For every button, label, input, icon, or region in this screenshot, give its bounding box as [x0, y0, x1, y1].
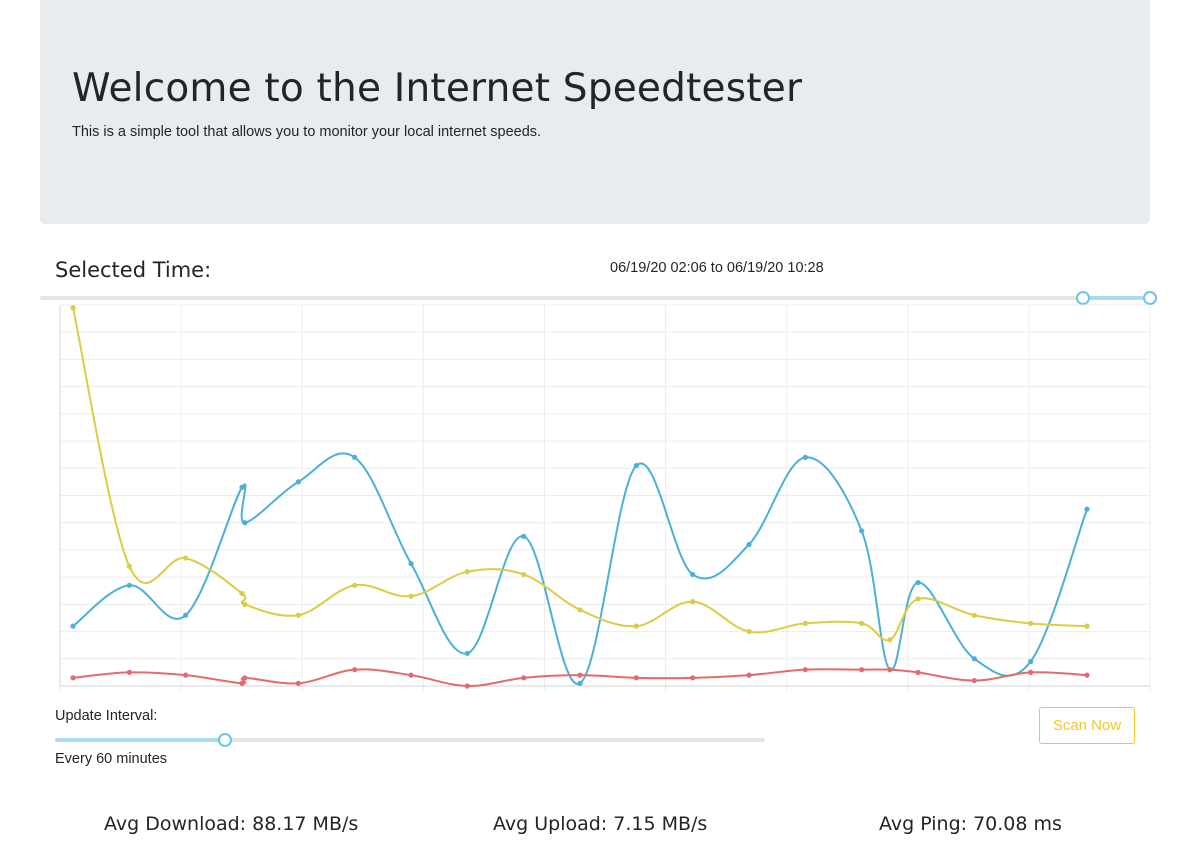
series-yellow-point	[690, 599, 696, 605]
series-blue-point	[183, 612, 189, 618]
scan-now-button[interactable]: Scan Now	[1039, 707, 1135, 744]
series-yellow-point	[971, 612, 977, 618]
series-blue-point	[577, 680, 583, 686]
series-yellow-point	[1084, 623, 1090, 629]
series-red-point	[633, 675, 639, 681]
series-blue-point	[126, 582, 132, 588]
series-yellow-point	[464, 569, 470, 575]
selected-time-range: 06/19/20 02:06 to 06/19/20 10:28	[610, 260, 824, 276]
series-blue-point	[239, 484, 245, 490]
series-blue-point	[746, 541, 752, 548]
series-blue-point	[690, 571, 696, 578]
series-yellow-point	[408, 593, 414, 599]
series-blue-point	[352, 454, 358, 460]
series-red-point	[295, 680, 301, 686]
series-red-point	[1084, 672, 1090, 678]
series-yellow-point	[183, 555, 189, 561]
series-red-point	[521, 675, 527, 681]
series-red-point	[1028, 669, 1034, 675]
series-yellow-point	[295, 612, 301, 618]
series-blue-point	[70, 623, 76, 629]
series-yellow-point	[126, 563, 132, 569]
series-red-point	[352, 667, 358, 673]
series-blue-point	[1084, 506, 1090, 512]
series-yellow-point	[802, 620, 808, 627]
series-blue-point	[521, 533, 527, 539]
jumbotron-header: Welcome to the Internet Speedtester This…	[40, 0, 1150, 224]
series-red-point	[242, 675, 248, 681]
series-yellow-point	[70, 305, 76, 311]
series-yellow-point	[521, 571, 527, 578]
series-yellow-point	[887, 637, 893, 643]
series-yellow-point	[633, 623, 639, 629]
series-blue-point	[408, 560, 414, 567]
update-interval-label: Update Interval:	[55, 708, 158, 724]
series-red-point	[577, 672, 583, 678]
series-red-point	[126, 669, 132, 675]
series-yellow-point	[915, 596, 921, 602]
series-blue-point	[242, 520, 248, 526]
series-red-point	[746, 672, 752, 678]
series-red-point	[408, 672, 414, 678]
avg-download-stat: Avg Download: 88.17 MB/s	[104, 813, 359, 835]
series-yellow-point	[352, 582, 358, 588]
series-blue-point	[915, 579, 921, 586]
selected-time-label: Selected Time:	[55, 258, 212, 282]
page-subtitle: This is a simple tool that allows you to…	[72, 124, 542, 140]
page-title: Welcome to the Internet Speedtester	[72, 66, 803, 111]
series-blue-point	[971, 656, 977, 662]
avg-ping-stat: Avg Ping: 70.08 ms	[879, 813, 1062, 835]
series-blue-point	[464, 650, 470, 656]
series-red-point	[464, 683, 470, 689]
series-yellow-line	[72, 307, 1088, 642]
series-red-point	[859, 667, 865, 673]
series-red-point	[70, 675, 76, 681]
series-red-point	[887, 667, 893, 673]
series-yellow-point	[239, 590, 245, 597]
series-blue-point	[802, 454, 808, 460]
series-yellow-point	[242, 601, 248, 607]
series-blue-point	[633, 462, 639, 469]
series-yellow-point	[746, 628, 752, 635]
series-red-point	[183, 672, 189, 678]
speed-chart	[59, 304, 1151, 691]
series-blue-point	[859, 528, 865, 534]
series-yellow-point	[859, 620, 865, 627]
series-blue-point	[1028, 658, 1034, 665]
series-yellow-point	[1028, 620, 1034, 627]
series-blue-point	[295, 479, 301, 485]
update-interval-value: Every 60 minutes	[55, 751, 168, 767]
series-red-point	[690, 675, 696, 681]
series-blue-line	[72, 452, 1088, 685]
series-yellow-point	[577, 607, 583, 613]
series-red-point	[802, 667, 808, 673]
series-red-point	[915, 669, 921, 675]
series-red-point	[971, 677, 977, 684]
update-interval-fill	[55, 738, 226, 742]
series-red-point	[239, 680, 245, 686]
update-interval-handle[interactable]	[218, 733, 233, 747]
avg-upload-stat: Avg Upload: 7.15 MB/s	[493, 813, 708, 835]
